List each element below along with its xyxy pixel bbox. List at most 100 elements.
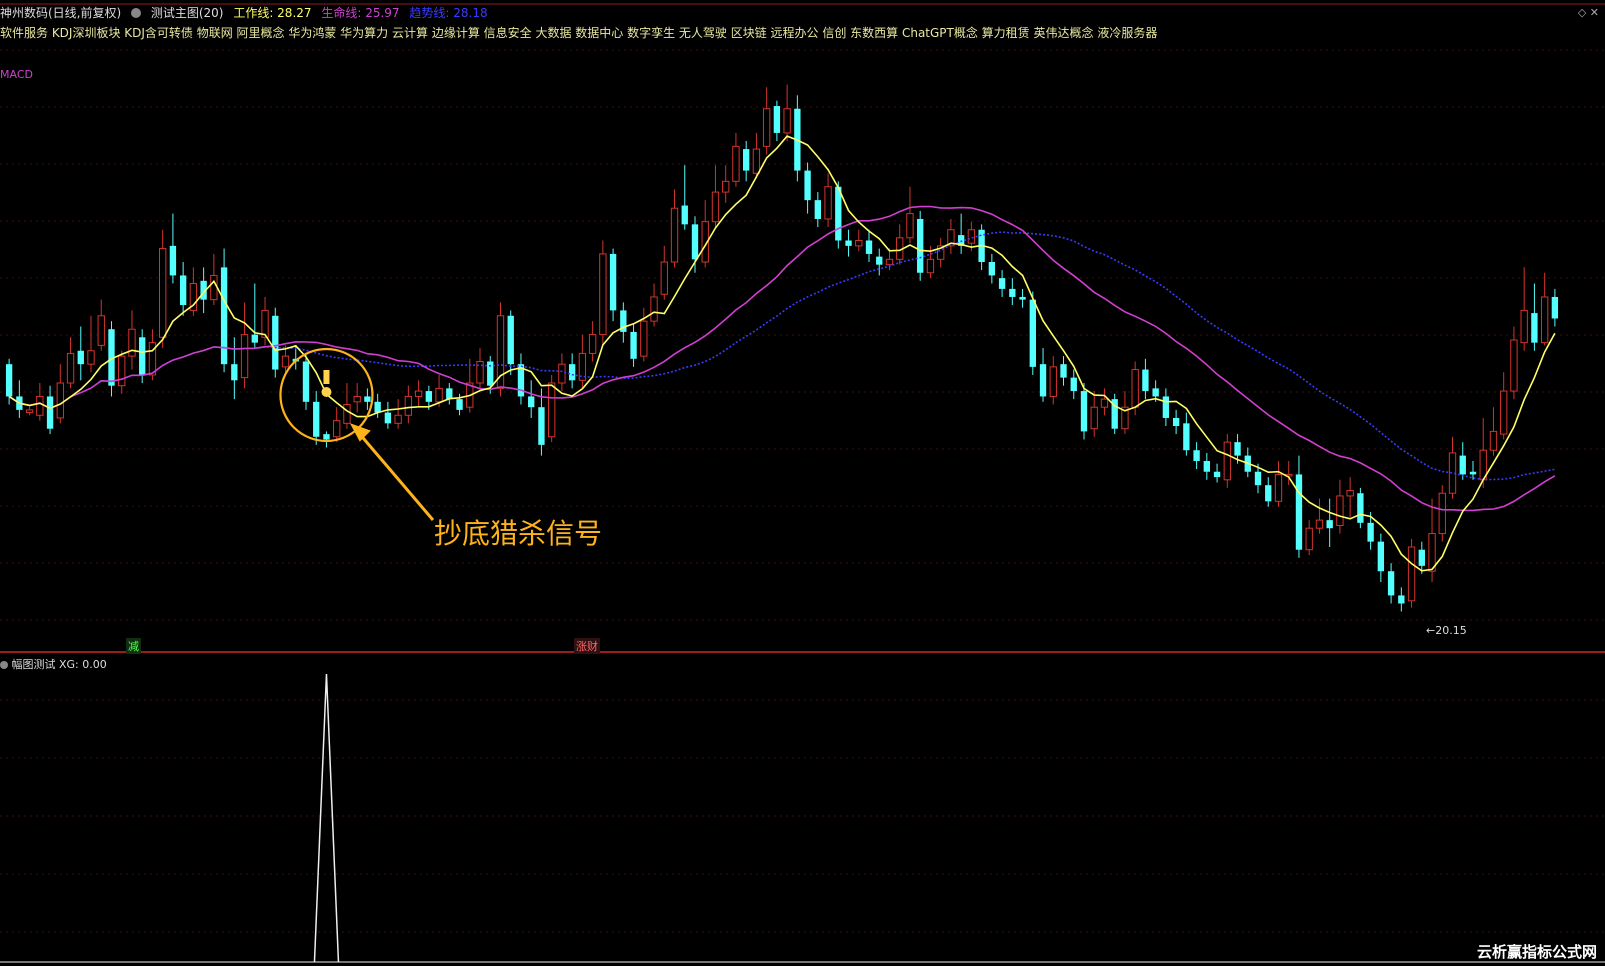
candle-body-down xyxy=(1080,391,1088,432)
candle-body-up xyxy=(670,207,679,263)
candle-body-up xyxy=(1520,309,1528,344)
candle-body-up xyxy=(1315,519,1324,529)
candle-body-down xyxy=(323,434,330,440)
candle-body-up xyxy=(1090,406,1098,430)
candle-body-up xyxy=(599,253,607,336)
candle-body-down xyxy=(1213,471,1221,478)
candle-body-down xyxy=(251,334,258,343)
candle-body-up xyxy=(885,258,894,266)
candle-body-up xyxy=(1336,495,1344,527)
candle-body-up xyxy=(722,180,730,193)
candle-body-up xyxy=(1540,296,1549,344)
candle-body-down xyxy=(1060,364,1067,378)
candle-body-down xyxy=(446,388,453,400)
candle-body-down xyxy=(1183,423,1190,451)
tag-zhangcai[interactable]: 涨财 xyxy=(574,638,600,654)
candle-body-down xyxy=(1070,377,1077,392)
candle-body-down xyxy=(1193,450,1200,461)
signal-marker-icon xyxy=(323,370,330,384)
candle-body-down xyxy=(804,170,811,201)
candle-body-down xyxy=(1265,485,1272,502)
candle-body-down xyxy=(1142,369,1149,392)
candle-body-down xyxy=(1203,460,1211,472)
candle-body-down xyxy=(681,205,688,225)
candle-body-up xyxy=(855,239,863,247)
candle-body-up xyxy=(967,229,976,244)
candle-body-down xyxy=(1019,296,1026,300)
candle-body-down xyxy=(1295,474,1303,550)
candle-body-down xyxy=(609,253,617,311)
candle-body-up xyxy=(1305,527,1313,551)
diamond-icon[interactable]: ◇ xyxy=(1578,6,1586,19)
candle-body-up xyxy=(1100,398,1109,408)
candle-body-up xyxy=(640,320,648,357)
candle-body-up xyxy=(926,258,935,274)
candle-body-up xyxy=(906,213,914,239)
candle-body-up xyxy=(36,395,44,416)
candle-body-up xyxy=(128,328,136,357)
candle-body-up xyxy=(343,404,351,424)
watermark: 云析赢指标公式网 xyxy=(1476,943,1597,961)
candle-body-down xyxy=(425,391,433,402)
candle-body-up xyxy=(404,395,413,416)
concept-list: 软件服务 KDJ深圳板块 KDJ含可转债 物联网 阿里概念 华为鸿蒙 华为算力 … xyxy=(0,26,1158,40)
candle-body-down xyxy=(1357,493,1364,523)
candle-body-up xyxy=(660,261,668,295)
candle-body-up xyxy=(158,248,167,338)
candle-body-down xyxy=(1152,388,1159,397)
candle-body-down xyxy=(1367,522,1374,542)
low-price-label: ←20.15 xyxy=(1426,624,1467,637)
candle-body-up xyxy=(414,390,423,397)
candle-body-up xyxy=(1346,490,1354,497)
candle-body-down xyxy=(814,200,822,219)
candle-body-down xyxy=(538,407,545,445)
candle-body-up xyxy=(353,395,361,403)
candle-body-up xyxy=(87,350,95,365)
candle-body-up xyxy=(1223,441,1231,481)
indicator-name[interactable]: 测试主图(20) xyxy=(151,6,224,20)
annotation-text: 抄底猎杀信号 xyxy=(434,517,603,550)
stock-title[interactable]: 神州数码(日线,前复权) xyxy=(0,6,121,20)
candle-body-up xyxy=(1500,390,1508,435)
candle-body-up xyxy=(1049,366,1057,397)
candle-body-down xyxy=(77,350,84,365)
macd-label[interactable]: MACD xyxy=(0,68,33,81)
candle-body-down xyxy=(313,401,320,437)
candle-body-down xyxy=(231,364,238,381)
candle-body-down xyxy=(988,262,996,276)
settings-icon[interactable] xyxy=(131,8,142,18)
candle-body-up xyxy=(711,191,720,223)
check-icon[interactable] xyxy=(0,661,8,669)
candle-body-down xyxy=(630,331,637,359)
candle-body-up xyxy=(783,108,791,134)
candle-body-down xyxy=(220,267,228,365)
candle-body-down xyxy=(845,240,852,246)
candle-body-up xyxy=(1438,492,1446,535)
chart-header: 神州数码(日线,前复权) 测试主图(20) 工作线: 28.27 生命线: 25… xyxy=(0,4,494,20)
close-icon[interactable]: ✕ xyxy=(1590,6,1599,19)
candle-body-down xyxy=(169,245,177,276)
sub-panel-title[interactable]: 幅图测试 xyxy=(12,658,56,671)
life-line-value: 生命线: 25.97 xyxy=(321,6,400,20)
candle-body-down xyxy=(1029,299,1036,367)
candle-body-down xyxy=(384,412,392,424)
candle-body-down xyxy=(1326,520,1333,529)
candle-body-down xyxy=(691,224,699,260)
candle-body-down xyxy=(998,278,1006,289)
main-chart[interactable] xyxy=(0,0,1605,966)
sub-panel-plot xyxy=(0,673,1605,963)
candle-body-down xyxy=(272,315,279,370)
candle-body-down xyxy=(876,256,883,265)
candle-body-down xyxy=(1398,595,1405,604)
candle-body-up xyxy=(97,315,105,346)
candle-body-down xyxy=(917,218,924,273)
candle-body-down xyxy=(46,396,54,429)
money-bag-icon xyxy=(321,387,332,397)
candle-body-down xyxy=(528,396,535,408)
corner-controls: ◇ ✕ xyxy=(1578,6,1599,19)
candle-body-down xyxy=(835,186,842,241)
candle-body-down xyxy=(1531,313,1538,343)
candle-body-up xyxy=(547,382,556,438)
candle-body-down xyxy=(773,106,781,133)
tag-jian[interactable]: 减 xyxy=(126,638,141,654)
